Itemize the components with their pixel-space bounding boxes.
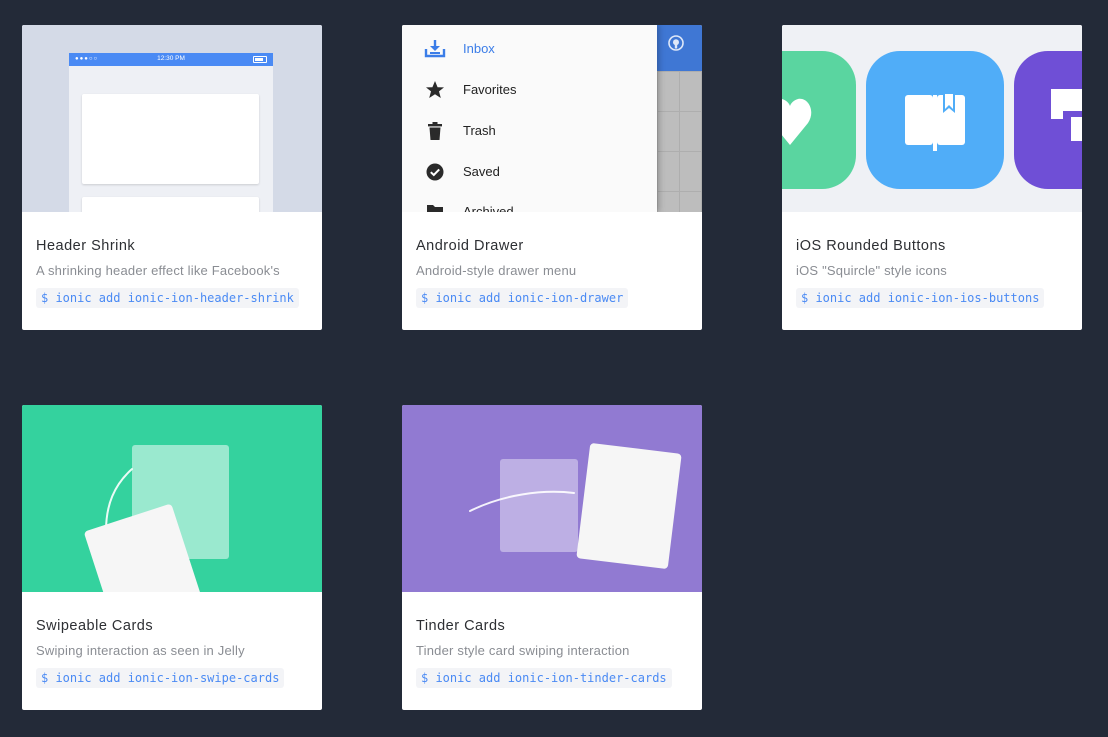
layers-icon	[1051, 89, 1082, 141]
drawer-item-label: Archived	[463, 204, 514, 212]
install-command[interactable]: $ ionic add ionic-ion-drawer	[416, 288, 629, 308]
card-title: Swipeable Cards	[36, 618, 154, 634]
card-title: iOS Rounded Buttons	[796, 238, 946, 254]
install-command[interactable]: $ ionic add ionic-ion-header-shrink	[36, 288, 299, 308]
card-info: iOS Rounded Buttons iOS "Squircle" style…	[782, 212, 1082, 330]
card-info: Tinder Cards Tinder style card swiping i…	[402, 592, 702, 710]
install-command[interactable]: $ ionic add ionic-ion-ios-buttons	[796, 288, 1045, 308]
plugin-card-tinder-cards[interactable]: Tinder Cards Tinder style card swiping i…	[402, 405, 702, 710]
card-info: Android Drawer Android-style drawer menu…	[402, 212, 702, 330]
drawer-item-label: Trash	[463, 123, 496, 138]
plugin-card-header-shrink[interactable]: ●●●○○ 12:30 PM Header Shrink A shrinking…	[22, 25, 322, 330]
card-title: Header Shrink	[36, 238, 136, 254]
card-preview	[782, 25, 1082, 212]
card-description: Swiping interaction as seen in Jelly	[36, 643, 245, 658]
drawer-menu: Inbox Favorites Trash Saved Archived	[402, 25, 657, 212]
card-preview: Inbox Favorites Trash Saved Archived	[402, 25, 702, 212]
card-title: Tinder Cards	[416, 618, 506, 634]
trash-icon	[428, 122, 442, 140]
app-content-grid	[657, 71, 702, 212]
preview-card	[82, 94, 259, 184]
star-icon	[426, 81, 444, 98]
phone-mockup: ●●●○○ 12:30 PM	[69, 53, 273, 212]
card-title: Android Drawer	[416, 238, 524, 254]
plugin-card-android-drawer[interactable]: Inbox Favorites Trash Saved Archived And…	[402, 25, 702, 330]
phone-status-bar: ●●●○○ 12:30 PM	[69, 53, 273, 66]
battery-icon	[253, 56, 267, 63]
card-description: A shrinking header effect like Facebook'…	[36, 263, 280, 278]
plugin-card-ios-buttons[interactable]: iOS Rounded Buttons iOS "Squircle" style…	[782, 25, 1082, 330]
card-preview	[402, 405, 702, 592]
install-command[interactable]: $ ionic add ionic-ion-tinder-cards	[416, 668, 672, 688]
card-description: Android-style drawer menu	[416, 263, 577, 278]
card-info: Header Shrink A shrinking header effect …	[22, 212, 322, 330]
drawer-item-label: Inbox	[463, 41, 495, 56]
squircle-green	[782, 51, 856, 189]
card-info: Swipeable Cards Swiping interaction as s…	[22, 592, 322, 710]
card-preview	[22, 405, 322, 592]
squircle-purple	[1014, 51, 1082, 189]
swipe-illustration	[84, 445, 229, 592]
drawer-item-label: Favorites	[463, 82, 517, 97]
tinder-illustration	[469, 443, 682, 569]
inbox-icon	[424, 40, 446, 58]
check-circle-icon	[426, 163, 444, 181]
install-command[interactable]: $ ionic add ionic-ion-swipe-cards	[36, 668, 285, 688]
card-description: iOS "Squircle" style icons	[796, 263, 947, 278]
github-icon	[668, 35, 684, 51]
preview-card	[82, 197, 259, 212]
plugin-card-swipe-cards[interactable]: Swipeable Cards Swiping interaction as s…	[22, 405, 322, 710]
card-preview: ●●●○○ 12:30 PM	[22, 25, 322, 212]
squircle-blue	[866, 51, 1004, 189]
heart-icon	[782, 98, 812, 145]
status-time: 12:30 PM	[157, 55, 185, 62]
drawer-item-label: Saved	[463, 164, 500, 179]
folder-icon	[427, 205, 443, 212]
book-icon	[905, 93, 965, 151]
card-description: Tinder style card swiping interaction	[416, 643, 630, 658]
